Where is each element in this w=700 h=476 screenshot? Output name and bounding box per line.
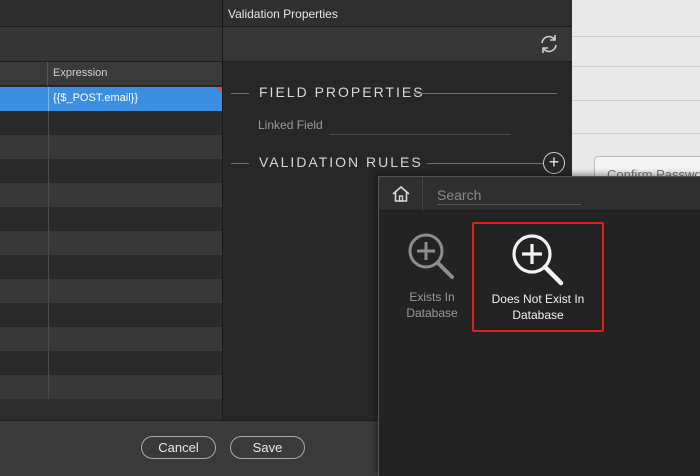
grid-rows: {{$_POST.email}} <box>0 87 222 399</box>
save-button[interactable]: Save <box>230 436 305 459</box>
table-row[interactable] <box>0 327 222 351</box>
plus-icon: + <box>548 152 560 172</box>
rule-does-not-exist-in-database[interactable]: Does Not Exist In Database <box>472 222 604 332</box>
section-rule <box>231 93 249 94</box>
table-row[interactable] <box>0 255 222 279</box>
rule-label-line1: Does Not Exist In <box>491 292 585 306</box>
app-root: Confirm Password Expression {{$_POST.ema… <box>0 0 700 476</box>
cell-divider <box>48 327 49 351</box>
search-input[interactable] <box>437 185 581 205</box>
cell-divider <box>48 111 49 135</box>
background-divider <box>572 133 700 134</box>
table-row[interactable] <box>0 111 222 135</box>
grid-header-name-column <box>0 62 48 86</box>
validation-properties-header: Validation Properties <box>223 0 572 27</box>
left-panel-toolbar <box>0 27 222 62</box>
cell-divider <box>48 159 49 183</box>
rule-exists-in-database[interactable]: Exists In Database <box>393 221 471 331</box>
rule-picker-toolbar <box>379 177 700 211</box>
background-divider <box>572 100 700 101</box>
rule-label-line2: Database <box>512 308 564 322</box>
grid-header-expression: Expression <box>53 67 108 79</box>
cancel-button[interactable]: Cancel <box>141 436 216 459</box>
section-rule <box>427 163 543 164</box>
cell-divider <box>48 207 49 231</box>
field-properties-section: FIELD PROPERTIES <box>231 83 557 103</box>
parameters-grid: Expression {{$_POST.email}} <box>0 62 222 420</box>
table-row-selected[interactable]: {{$_POST.email}} <box>0 87 222 111</box>
table-row[interactable] <box>0 183 222 207</box>
validation-rules-heading: VALIDATION RULES <box>259 154 423 170</box>
refresh-icon[interactable] <box>538 33 560 55</box>
rule-label-line2: Database <box>406 306 458 320</box>
rule-label-line1: Exists In <box>409 290 455 304</box>
linked-field-label: Linked Field <box>258 118 323 132</box>
panel-title: Validation Properties <box>228 7 338 21</box>
table-row[interactable] <box>0 375 222 399</box>
cell-divider <box>48 279 49 303</box>
cell-divider <box>48 231 49 255</box>
background-divider <box>572 66 700 67</box>
table-row[interactable] <box>0 279 222 303</box>
search-plus-icon <box>408 233 454 279</box>
rule-label: Does Not Exist In Database <box>474 291 602 323</box>
grid-header: Expression <box>0 62 222 86</box>
validation-rules-section: VALIDATION RULES <box>231 153 557 173</box>
validation-properties-toolbar <box>223 27 572 62</box>
cell-divider <box>48 351 49 375</box>
field-properties-heading: FIELD PROPERTIES <box>259 84 425 100</box>
cell-divider <box>48 183 49 207</box>
add-rule-button[interactable]: + <box>543 152 565 174</box>
left-panel-header <box>0 0 222 27</box>
table-row[interactable] <box>0 303 222 327</box>
home-button[interactable] <box>379 177 423 211</box>
cell-divider <box>48 375 49 399</box>
section-rule <box>231 163 249 164</box>
cell-divider <box>48 303 49 327</box>
cell-divider <box>48 135 49 159</box>
expression-cell[interactable]: {{$_POST.email}} <box>53 92 138 104</box>
home-icon <box>392 185 410 202</box>
table-row[interactable] <box>0 207 222 231</box>
cell-divider <box>48 255 49 279</box>
table-row[interactable] <box>0 351 222 375</box>
rule-label: Exists In Database <box>393 289 471 321</box>
linked-field-input[interactable] <box>329 134 511 135</box>
search-plus-icon <box>512 234 564 286</box>
background-divider <box>572 36 700 37</box>
section-rule <box>413 93 557 94</box>
table-row[interactable] <box>0 231 222 255</box>
cell-divider <box>48 87 49 111</box>
table-row[interactable] <box>0 135 222 159</box>
rule-picker-popup: Exists In Database Does Not Exist In Dat… <box>378 176 700 476</box>
table-row[interactable] <box>0 159 222 183</box>
